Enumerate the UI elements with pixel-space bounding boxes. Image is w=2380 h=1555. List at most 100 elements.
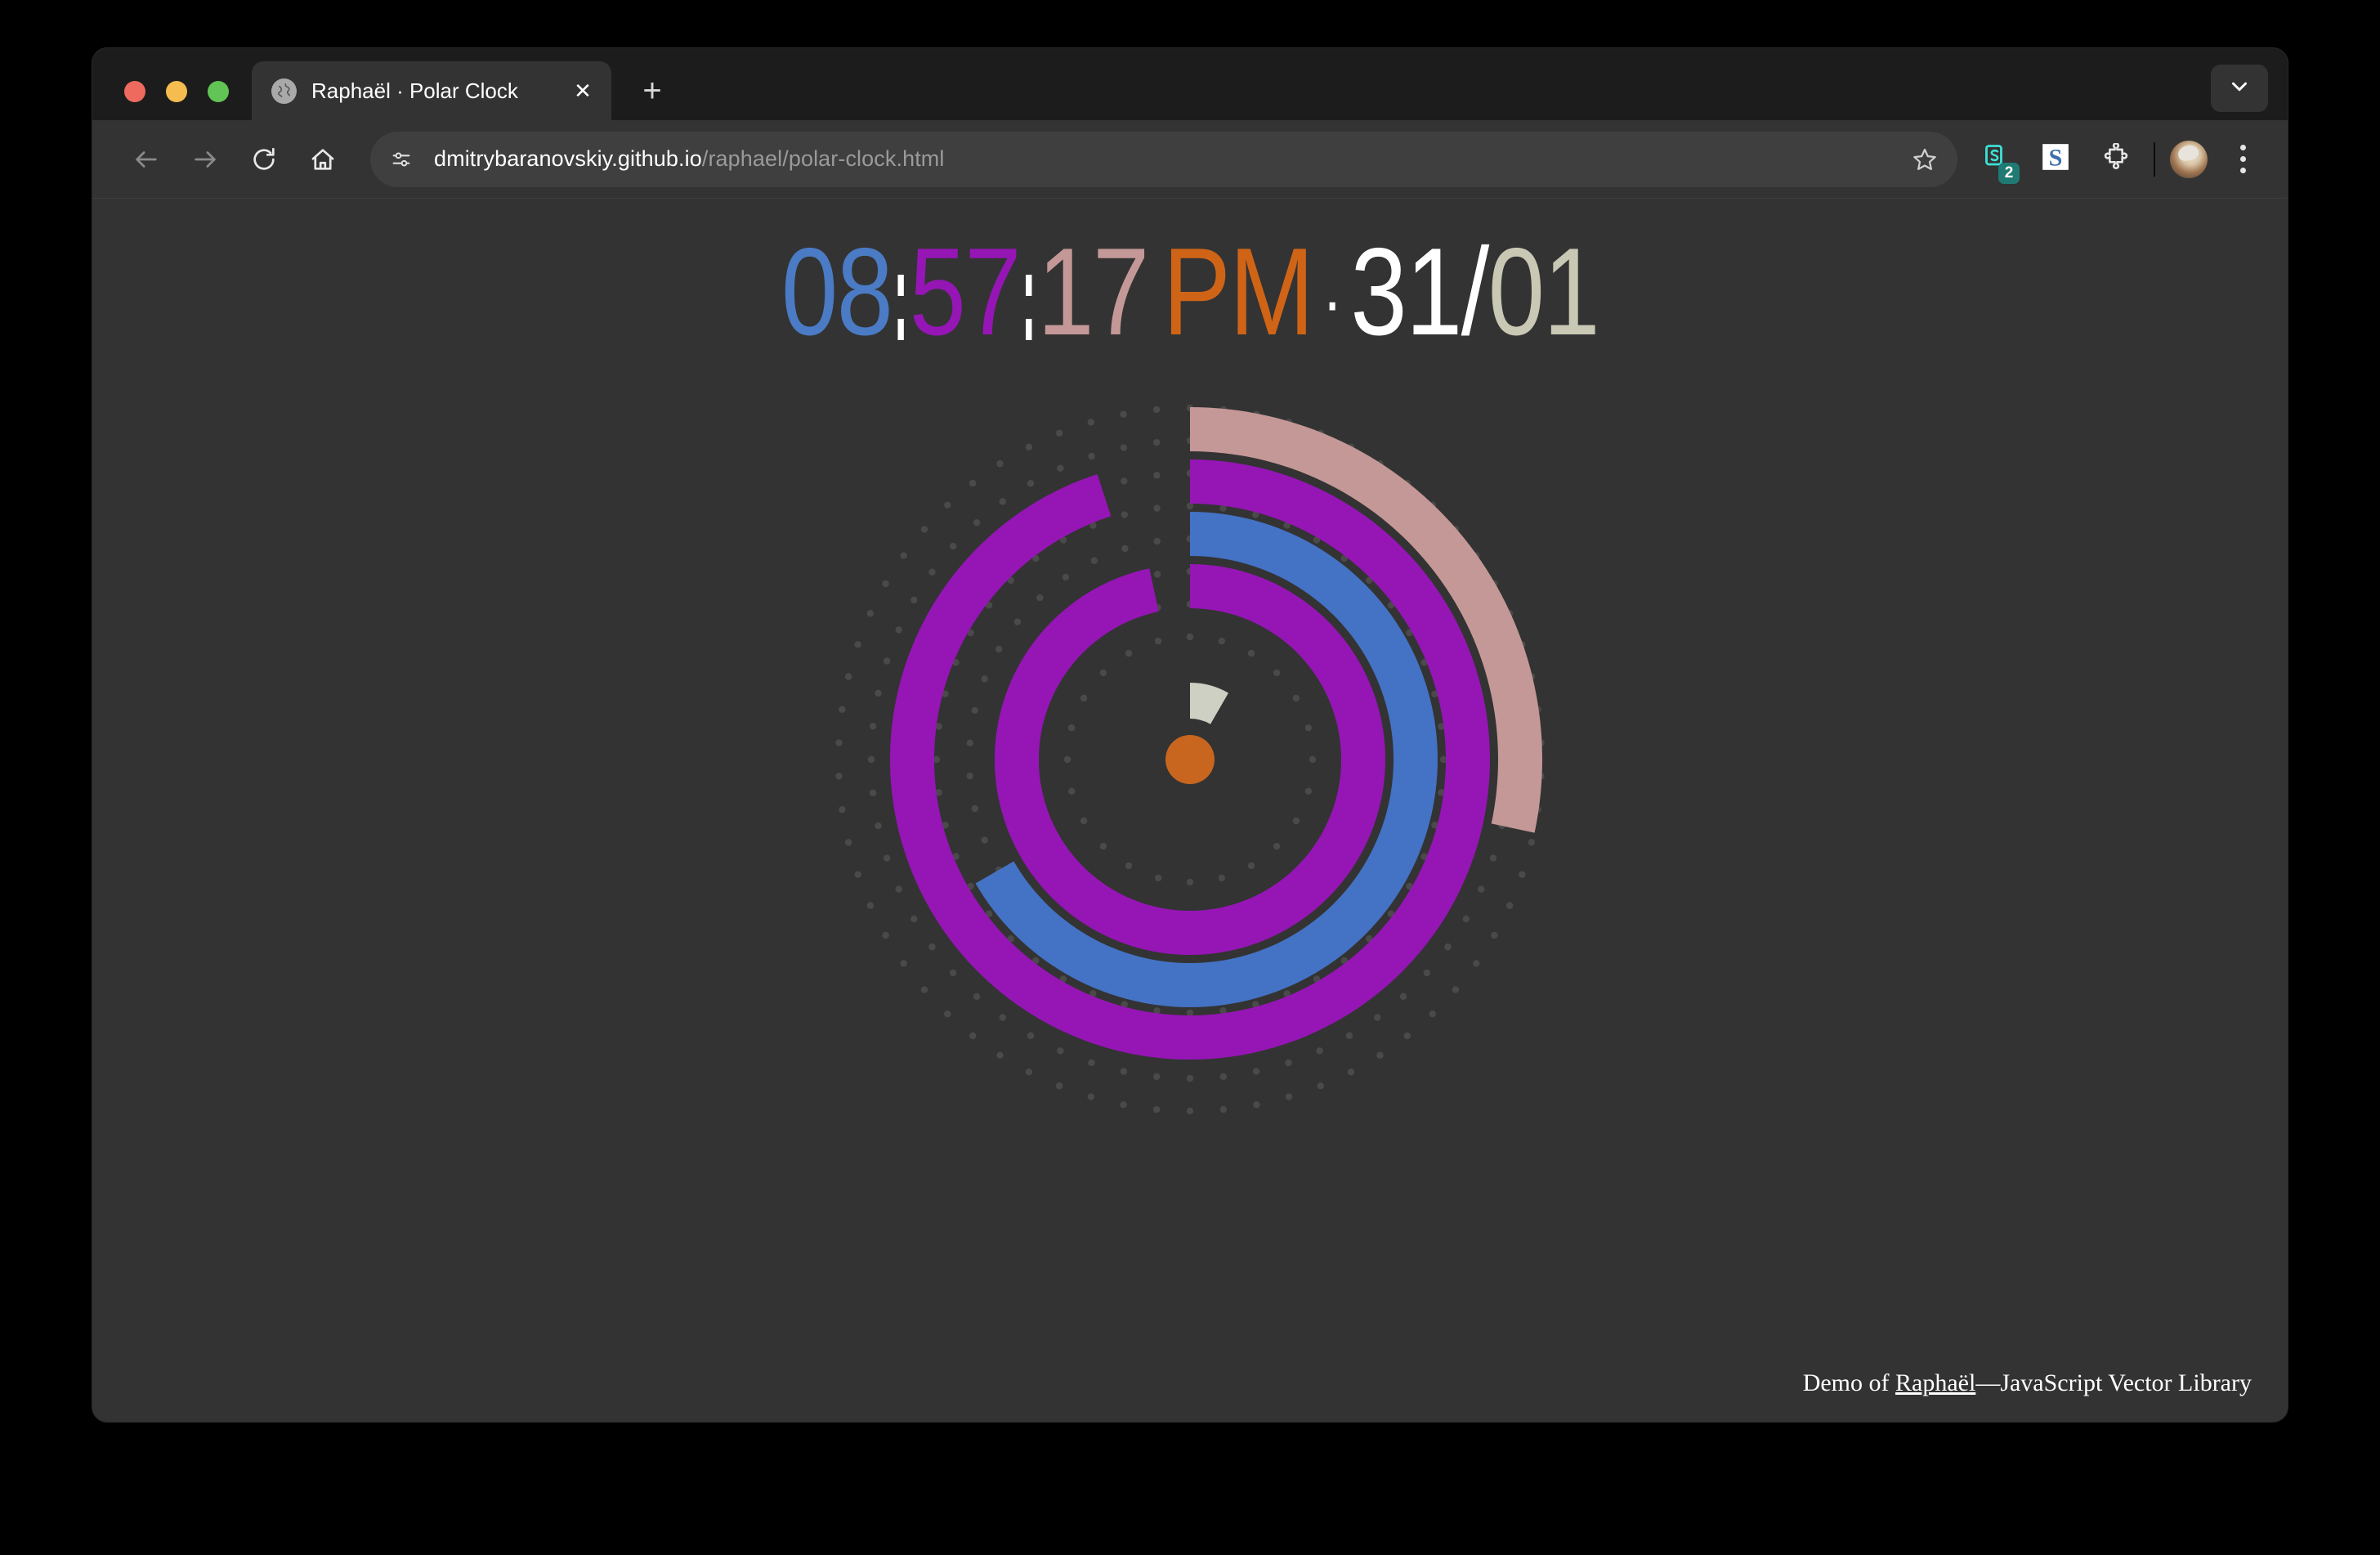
tick-dot: [1099, 842, 1107, 850]
home-button[interactable]: [293, 130, 352, 189]
site-settings-icon[interactable]: [378, 137, 424, 182]
tick-dot: [900, 960, 907, 967]
readout-separator-dot: ·: [1322, 260, 1343, 343]
tick-dot: [883, 854, 891, 862]
tick-dot: [1292, 817, 1300, 825]
tick-dot: [1285, 1093, 1293, 1100]
tick-dot: [1403, 1032, 1411, 1040]
tick-dot: [1491, 931, 1498, 939]
chevron-down-icon: [2227, 74, 2252, 103]
tick-dot: [1252, 1068, 1260, 1075]
tick-dot: [1025, 443, 1033, 450]
tick-dot: [1025, 1069, 1033, 1076]
readout-hours: 08: [781, 222, 893, 361]
tick-dot: [1292, 694, 1300, 702]
extension-clipboard-button[interactable]: 2: [1972, 137, 2020, 184]
page-content: 08 57 17 PM ·31/01 Demo of Raphaël—JavaScrip…: [92, 199, 2288, 1422]
tick-dot: [854, 641, 861, 648]
tick-dot: [996, 460, 1004, 468]
extensions-puzzle-button[interactable]: [2093, 137, 2139, 182]
tick-dot: [883, 657, 891, 665]
close-tab-button[interactable]: ✕: [569, 77, 597, 105]
tick-dot: [928, 568, 936, 576]
s-extension-icon: S: [2040, 141, 2071, 177]
menu-dot: [2239, 168, 2246, 173]
tick-dot: [882, 580, 889, 588]
tick-dot: [1055, 1082, 1063, 1090]
tick-dot: [1062, 573, 1070, 581]
avatar[interactable]: [2170, 140, 2208, 178]
tick-dot: [1154, 637, 1162, 645]
readout-minutes: 57: [909, 222, 1022, 361]
bookmark-star-icon[interactable]: [1902, 137, 1948, 182]
tick-dot: [1374, 1014, 1381, 1021]
tick-dot: [866, 902, 875, 909]
tick-dot: [1218, 637, 1226, 645]
tick-dot: [981, 836, 988, 844]
tick-dot: [866, 610, 875, 617]
tick-dot: [1153, 438, 1161, 446]
tick-dot: [1087, 1093, 1095, 1100]
tick-dot: [1036, 594, 1044, 602]
tick-dot: [1088, 452, 1095, 460]
extension-s-button[interactable]: S: [2033, 137, 2078, 182]
maximize-window-button[interactable]: [208, 81, 229, 102]
tick-dot: [1345, 1032, 1353, 1039]
forward-button[interactable]: [176, 130, 235, 189]
tick-dot: [1186, 502, 1194, 510]
tick-dot: [1057, 464, 1064, 472]
tick-dot: [1125, 862, 1133, 870]
svg-text:S: S: [2049, 143, 2063, 171]
tick-dot: [1152, 1105, 1161, 1114]
tick-dot: [910, 915, 918, 923]
tick-dot: [1153, 504, 1161, 512]
url-host: dmitrybaranovskiy.github.io: [434, 146, 702, 171]
tick-dot: [1080, 694, 1088, 702]
readout-day: 31: [1350, 222, 1462, 361]
tick-dot: [971, 804, 978, 813]
tick-dot: [1120, 1068, 1128, 1075]
tick-dot: [1080, 817, 1088, 825]
tick-dot: [1439, 755, 1447, 764]
tick-dot: [1285, 1059, 1292, 1067]
browser-toolbar: dmitrybaranovskiy.github.io/raphael/pola…: [92, 120, 2288, 199]
raphael-link[interactable]: Raphaël: [1895, 1369, 1975, 1396]
tick-dot: [971, 706, 978, 715]
tick-dot: [1120, 444, 1128, 451]
tick-dot: [1316, 1047, 1323, 1055]
tick-dot: [839, 806, 846, 813]
tick-dot: [1253, 1101, 1260, 1109]
tab-strip: Raphaël · Polar Clock ✕ +: [92, 48, 2288, 120]
tick-dot: [910, 596, 918, 604]
three-dot-menu-icon[interactable]: [2219, 136, 2266, 183]
browser-window: Raphaël · Polar Clock ✕ + dmitrybaranovs…: [92, 48, 2288, 1422]
tick-dot: [1120, 1101, 1127, 1109]
tick-dot: [1247, 649, 1255, 657]
tick-dot: [1505, 902, 1514, 909]
back-button[interactable]: [117, 130, 176, 189]
tick-dot: [944, 501, 951, 509]
address-bar[interactable]: dmitrybaranovskiy.github.io/raphael/pola…: [370, 131, 1957, 187]
home-icon: [309, 146, 337, 173]
tick-dot: [928, 943, 936, 951]
new-tab-button[interactable]: +: [629, 68, 675, 114]
tick-dot: [839, 706, 846, 713]
tab-search-button[interactable]: [2211, 65, 2268, 112]
tick-dot: [995, 645, 1003, 653]
reload-button[interactable]: [235, 130, 293, 189]
minimize-window-button[interactable]: [166, 81, 187, 102]
browser-tab[interactable]: Raphaël · Polar Clock ✕: [252, 61, 611, 120]
close-window-button[interactable]: [124, 81, 145, 102]
ring-arcs: [890, 407, 1542, 1060]
tick-dot: [1186, 1009, 1194, 1017]
tick-dot: [895, 885, 902, 893]
tick-dot: [1376, 1051, 1384, 1059]
tick-dot: [1519, 871, 1526, 878]
footer-credit: Demo of Raphaël—JavaScript Vector Librar…: [1803, 1369, 2252, 1397]
tick-dot: [1087, 419, 1095, 426]
tick-dot: [1347, 1069, 1355, 1076]
puzzle-icon: [2102, 142, 2130, 175]
tick-dot: [1273, 842, 1281, 850]
tick-dot: [1153, 1073, 1161, 1081]
tick-dot: [1304, 724, 1313, 732]
